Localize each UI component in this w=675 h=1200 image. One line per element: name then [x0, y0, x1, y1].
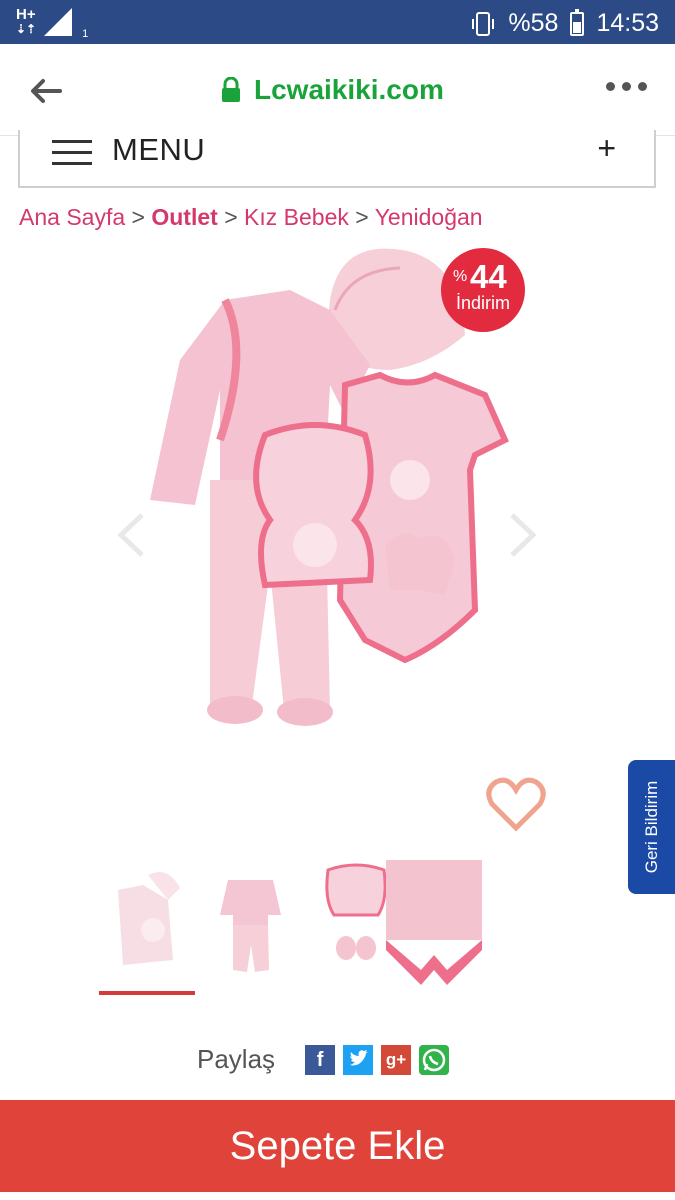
network-type: H+ [16, 6, 36, 23]
status-bar: H+ ⇣⇡ 1 %58 14:53 [0, 0, 675, 44]
breadcrumb-home[interactable]: Ana Sayfa [19, 204, 125, 230]
breadcrumb: Ana Sayfa > Outlet > Kız Bebek > Yenidoğ… [19, 204, 483, 230]
address-bar[interactable]: Lcwaikiki.com [220, 74, 444, 106]
thumbnail-strip [98, 860, 488, 1000]
heart-icon[interactable] [486, 776, 546, 832]
browser-toolbar: Lcwaikiki.com [0, 44, 675, 136]
signal-icon [44, 8, 73, 36]
url-domain: Lcwaikiki.com [254, 74, 444, 105]
discount-badge: % 44 İndirim [441, 248, 525, 332]
feedback-tab[interactable]: Geri Bildirim [628, 760, 675, 894]
network-indicator: H+ ⇣⇡ [16, 6, 37, 36]
hamburger-icon [52, 140, 92, 173]
chevron-right-icon[interactable] [508, 512, 538, 558]
chevron-left-icon[interactable] [116, 512, 146, 558]
menu-label: MENU [112, 132, 206, 167]
clock: 14:53 [596, 9, 659, 37]
whatsapp-icon[interactable] [419, 1044, 450, 1075]
discount-symbol: % [453, 268, 468, 285]
plus-icon[interactable]: + [597, 130, 616, 167]
twitter-icon[interactable] [343, 1044, 374, 1075]
thumbnail-4[interactable] [386, 860, 482, 990]
battery-percent: %58 [508, 9, 559, 37]
thumbnail-1[interactable] [98, 860, 194, 990]
battery-icon [570, 8, 585, 36]
google-plus-icon[interactable]: g+ [381, 1044, 412, 1075]
more-vert-icon[interactable] [606, 82, 647, 91]
share-bar: Paylaş f g+ [197, 1044, 450, 1075]
facebook-icon[interactable]: f [305, 1044, 336, 1075]
discount-value: 44 [470, 258, 507, 295]
sim-number: 1 [82, 28, 89, 40]
vibrate-icon [472, 11, 495, 36]
add-to-cart-button[interactable]: Sepete Ekle [0, 1100, 675, 1192]
site-menu-bar[interactable]: MENU + [18, 130, 656, 188]
discount-label: İndirim [455, 293, 510, 313]
lock-icon [222, 77, 240, 102]
breadcrumb-newborn[interactable]: Yenidoğan [375, 204, 483, 230]
thumbnail-active-indicator [99, 991, 195, 995]
back-arrow-icon[interactable] [28, 74, 62, 108]
breadcrumb-girl-baby[interactable]: Kız Bebek [244, 204, 349, 230]
breadcrumb-outlet[interactable]: Outlet [151, 204, 217, 230]
thumbnail-2[interactable] [203, 860, 299, 990]
share-label: Paylaş [197, 1044, 276, 1074]
feedback-label: Geri Bildirim [641, 780, 661, 874]
